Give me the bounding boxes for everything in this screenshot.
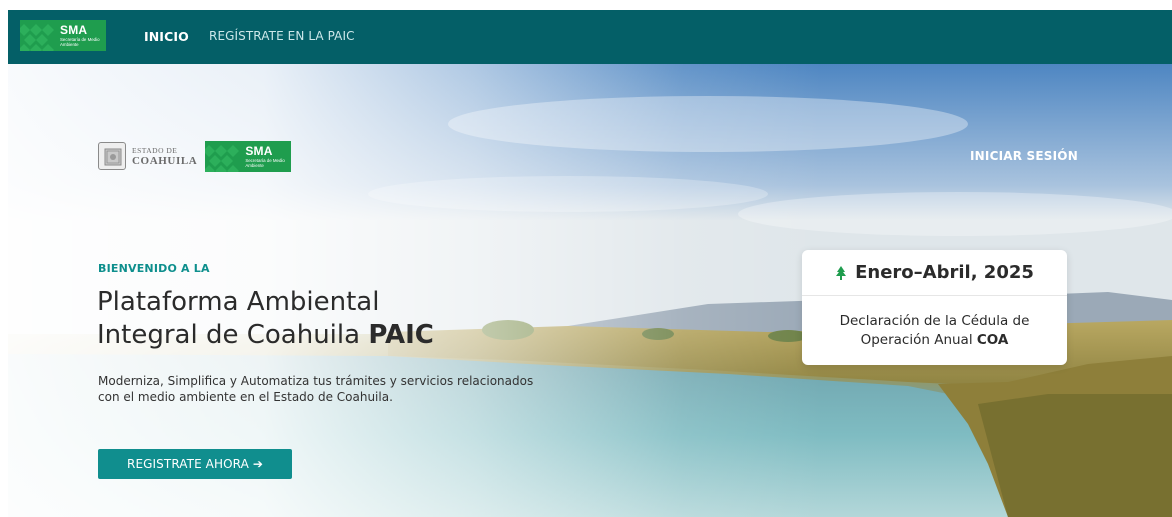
card-body-bold: COA <box>976 332 1009 348</box>
tree-icon <box>835 265 847 280</box>
hero-logo-subtitle: Secretaría de Medio Ambiente <box>245 157 285 168</box>
nav-logo-text: SMA <box>60 23 88 37</box>
coahuila-seal-icon <box>98 142 126 170</box>
page-title: Plataforma Ambiental Integral de Coahuila… <box>97 286 537 352</box>
nav-link-registrate[interactable]: REGÍSTRATE EN LA PAIC <box>209 29 355 43</box>
brand-logos: ESTADO DE COAHUILA SMA Secretaría de Med… <box>98 140 292 172</box>
hero-logo-text: SMA <box>245 143 273 158</box>
title-bold: PAIC <box>368 320 434 350</box>
coa-info-card[interactable]: Enero–Abril, 2025 Declaración de la Cédu… <box>802 250 1067 365</box>
card-header: Enero–Abril, 2025 <box>802 250 1067 296</box>
card-period: Enero–Abril, 2025 <box>855 262 1034 283</box>
title-line-2: Integral de Coahuila <box>97 320 369 350</box>
hero-description: Moderniza, Simplifica y Automatiza tus t… <box>98 374 534 404</box>
estado-big-text: COAHUILA <box>132 155 198 167</box>
sma-hero-logo: SMA Secretaría de Medio Ambiente <box>205 140 292 172</box>
login-link[interactable]: INICIAR SESIÓN <box>970 149 1078 163</box>
page-frame: SMA Secretaría de Medio Ambiente INICIO … <box>8 10 1172 517</box>
title-line-1: Plataforma Ambiental <box>97 287 380 317</box>
card-body: Declaración de la Cédula de Operación An… <box>802 312 1067 350</box>
sma-nav-logo[interactable]: SMA Secretaría de Medio Ambiente <box>20 20 106 51</box>
estado-coahuila-logo: ESTADO DE COAHUILA <box>132 145 197 167</box>
hero-section: ESTADO DE COAHUILA SMA Secretaría de Med… <box>8 64 1172 517</box>
top-navbar: SMA Secretaría de Medio Ambiente INICIO … <box>8 10 1172 64</box>
nav-link-inicio[interactable]: INICIO <box>144 29 189 44</box>
welcome-label: BIENVENIDO A LA <box>98 262 210 275</box>
register-now-button[interactable]: REGISTRATE AHORA ➔ <box>98 449 292 479</box>
nav-logo-subtitle: Secretaría de Medio Ambiente <box>60 37 100 47</box>
